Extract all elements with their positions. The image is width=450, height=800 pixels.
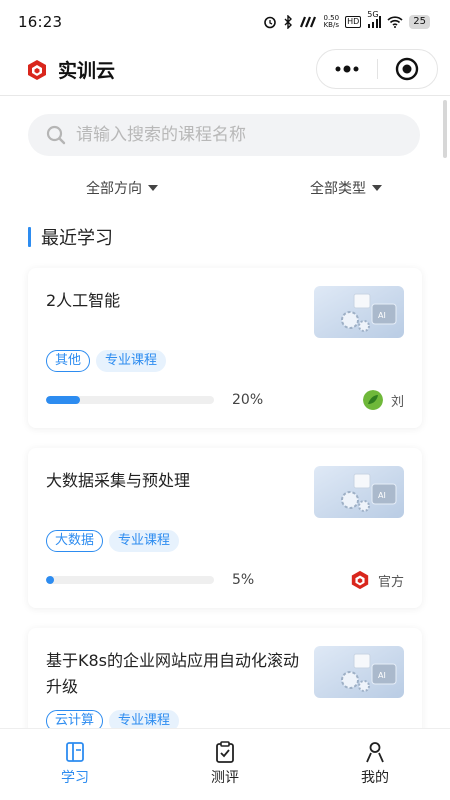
svg-text:AI: AI <box>378 491 386 500</box>
svg-text:AI: AI <box>378 311 386 320</box>
nav-item-mine[interactable]: 我的 <box>300 729 450 800</box>
network-speed-unit: KB/s <box>323 21 339 29</box>
shixun-logo-icon <box>28 59 46 80</box>
section-accent-bar <box>28 227 31 247</box>
progress-track <box>46 576 214 584</box>
owner-name: 官方 <box>377 574 404 590</box>
alarm-icon <box>263 15 277 29</box>
type-filter-label: 全部类型 <box>310 181 366 197</box>
user-icon <box>366 742 384 763</box>
hd-badge: HD <box>345 16 362 28</box>
progress-row: 20% <box>46 392 263 408</box>
more-icon <box>335 65 359 73</box>
close-button[interactable] <box>377 50 437 88</box>
status-icons: 0.50 KB/s HD 5G 25 <box>263 10 430 29</box>
course-thumbnail: AI <box>314 466 404 518</box>
type-filter[interactable]: 全部类型 <box>310 178 382 198</box>
bluetooth-icon <box>283 15 293 29</box>
type-tag: 专业课程 <box>96 350 167 372</box>
owner-name: 刘 <box>390 394 404 410</box>
type-tag: 专业课程 <box>109 530 180 552</box>
close-target-icon <box>396 57 419 81</box>
filter-bar: 全部方向 全部类型 <box>0 178 450 202</box>
course-thumbnail: AI <box>314 286 404 338</box>
course-title: 2人工智能 <box>46 291 121 310</box>
dropdown-arrow-icon <box>148 185 158 191</box>
section-header: 最近学习 <box>28 224 113 250</box>
nav-label: 我的 <box>361 770 389 786</box>
signal-label: 5G <box>367 10 379 19</box>
wifi-icon <box>387 16 403 28</box>
main-content[interactable]: 全部方向 全部类型 最近学习 2人工智能 AI 其他 专业课程 <box>0 96 450 728</box>
scrollbar[interactable] <box>443 100 447 158</box>
course-tags: 云计算 专业课程 <box>46 710 180 728</box>
more-button[interactable] <box>317 50 377 88</box>
nav-item-study[interactable]: 学习 <box>0 729 150 800</box>
nav-item-assessment[interactable]: 测评 <box>150 729 300 800</box>
progress-row: 5% <box>46 572 254 588</box>
signal-icon: 5G <box>367 10 382 28</box>
type-tag: 专业课程 <box>109 710 180 728</box>
clipboard-icon <box>216 741 234 763</box>
bottom-nav: 学习 测评 我的 <box>0 728 450 800</box>
category-tag: 其他 <box>46 350 91 372</box>
course-owner: 刘 <box>362 390 404 410</box>
course-card[interactable]: 大数据采集与预处理 AI 大数据 专业课程 5% 官方 <box>28 448 422 608</box>
app-title: 实训云 <box>58 60 116 82</box>
status-time: 16:23 <box>18 13 63 31</box>
progress-text: 20% <box>232 392 264 408</box>
category-tag: 大数据 <box>46 530 104 552</box>
course-title: 基于K8s的企业网站应用自动化滚动升级 <box>46 651 300 696</box>
category-tag: 云计算 <box>46 710 104 728</box>
study-icon <box>66 742 84 762</box>
search-bar[interactable] <box>28 114 420 156</box>
direction-filter[interactable]: 全部方向 <box>86 178 158 198</box>
search-input[interactable] <box>76 125 396 145</box>
leaf-avatar-icon <box>362 390 383 410</box>
battery-icon: 25 <box>409 15 430 29</box>
progress-text: 5% <box>232 572 255 588</box>
title-bar: 实训云 <box>0 44 450 96</box>
direction-filter-label: 全部方向 <box>86 181 142 197</box>
status-bar: 16:23 0.50 KB/s HD 5G 25 <box>0 0 450 44</box>
course-owner: 官方 <box>350 570 404 590</box>
course-card[interactable]: 基于K8s的企业网站应用自动化滚动升级 AI 云计算 专业课程 <box>28 628 422 728</box>
course-title: 大数据采集与预处理 <box>46 471 191 490</box>
course-tags: 其他 专业课程 <box>46 350 167 372</box>
dropdown-arrow-icon <box>372 185 382 191</box>
course-thumbnail: AI <box>314 646 404 698</box>
course-card[interactable]: 2人工智能 AI 其他 专业课程 20% 刘 <box>28 268 422 428</box>
search-icon <box>46 125 66 145</box>
mini-program-capsule <box>316 49 438 89</box>
shixun-logo-icon <box>351 570 369 590</box>
section-title: 最近学习 <box>41 228 113 249</box>
progress-fill <box>46 576 55 584</box>
nav-label: 学习 <box>61 770 89 786</box>
network-speed: 0.50 KB/s <box>323 15 339 29</box>
progress-track <box>46 396 214 404</box>
progress-fill <box>46 396 80 404</box>
course-tags: 大数据 专业课程 <box>46 530 180 552</box>
svg-text:AI: AI <box>378 671 386 680</box>
nav-label: 测评 <box>211 770 239 786</box>
nfc-icon <box>299 16 317 28</box>
